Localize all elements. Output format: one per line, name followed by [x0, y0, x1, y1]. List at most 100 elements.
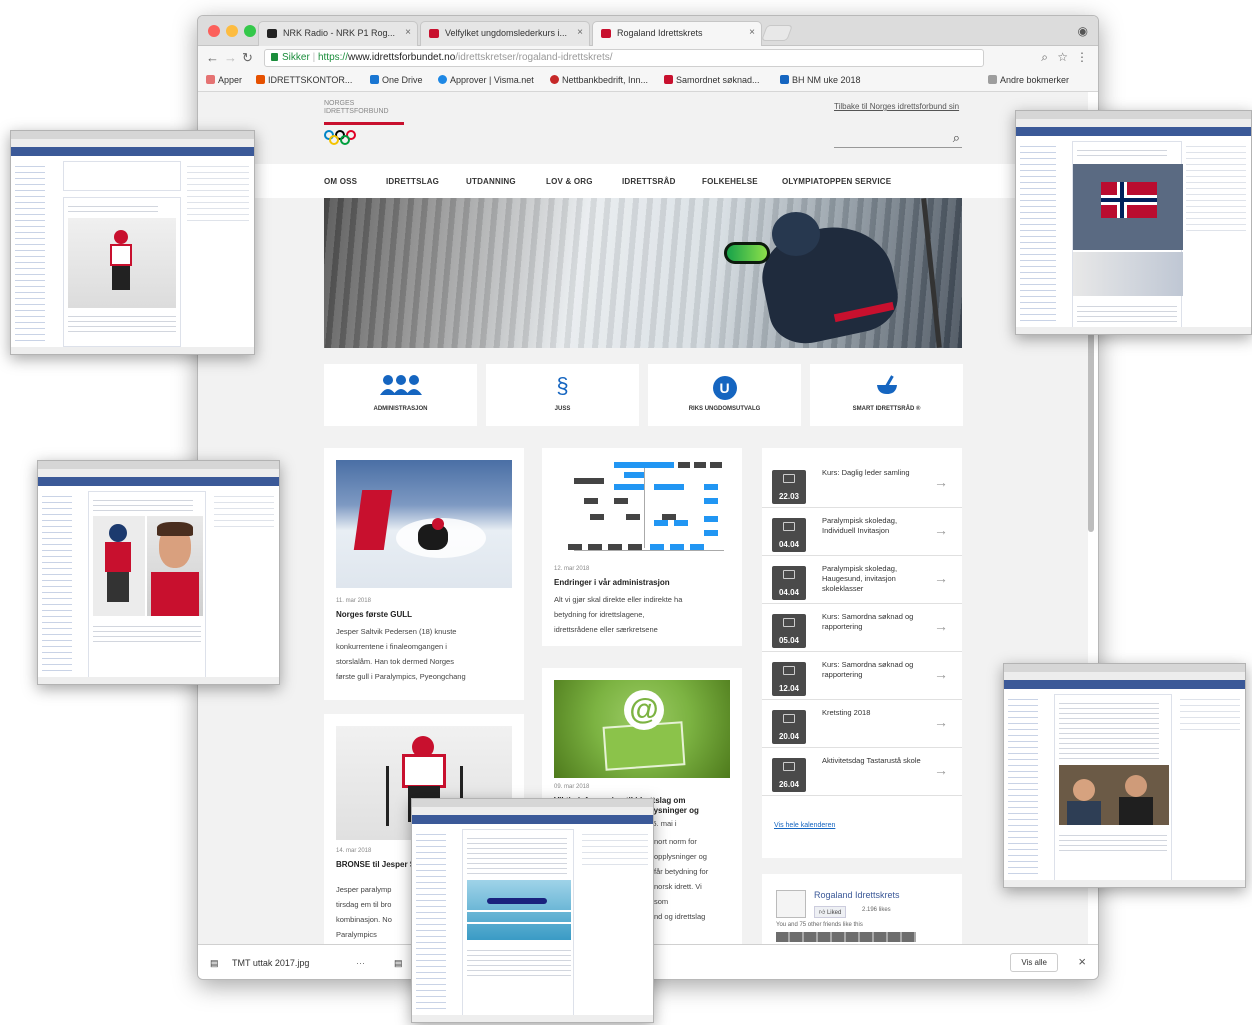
calendar-icon	[783, 522, 795, 531]
nav-utdanning[interactable]: UTDANNING	[466, 177, 516, 186]
other-bookmarks[interactable]: Andre bokmerker	[988, 75, 1069, 85]
paragraph-icon: §	[556, 373, 569, 398]
download-options-icon[interactable]: ⋯	[356, 958, 365, 969]
nrk-favicon-icon	[267, 29, 277, 38]
hero-image	[324, 198, 962, 348]
nav-om-oss[interactable]: OM OSS	[324, 177, 357, 186]
news-image-skier	[336, 460, 512, 588]
bank-icon	[550, 75, 559, 84]
at-sign-icon: @	[624, 690, 664, 730]
people-icon	[324, 374, 477, 401]
close-tab-icon[interactable]: ×	[405, 27, 411, 38]
reload-icon[interactable]: ↻	[242, 50, 253, 66]
close-downloads-icon[interactable]: ×	[1078, 954, 1086, 969]
site-search-input[interactable]: ⌕	[834, 130, 962, 148]
new-tab-button[interactable]	[761, 25, 793, 41]
calendar-date-badge: 05.04	[772, 614, 806, 648]
arrow-right-icon: →	[934, 714, 948, 730]
close-window-button[interactable]	[208, 25, 220, 37]
arrow-right-icon: →	[934, 474, 948, 490]
quick-link-riks-ungdomsutvalg[interactable]: U RIKS UNGDOMSUTVALG	[648, 364, 801, 426]
tab-rogaland-idrettskrets[interactable]: Rogaland Idrettskrets ×	[592, 21, 762, 46]
calendar-panel: 22.03 Kurs: Daglig leder samling → 04.04…	[762, 448, 962, 858]
bookmark-apps[interactable]: Apper	[206, 75, 242, 85]
browser-toolbar: ← → ↻ Sikker | https://www.idrettsforbun…	[198, 46, 1098, 70]
calendar-date-badge: 12.04	[772, 662, 806, 696]
quick-link-smart-idrettsrad[interactable]: SMART IDRETTSRÅD ®	[810, 364, 963, 426]
close-tab-icon[interactable]: ×	[577, 27, 583, 38]
calendar-date-badge: 04.04	[772, 518, 806, 552]
news-image-email: @	[554, 680, 730, 778]
calendar-item[interactable]: 12.04 Kurs: Samordna søknad og rapporter…	[762, 652, 962, 700]
back-to-nif-link[interactable]: Tilbake til Norges idrettsforbund sin	[834, 102, 959, 111]
nav-idrettslag[interactable]: IDRETTSLAG	[386, 177, 439, 186]
file-icon: ▤	[210, 958, 219, 968]
facebook-screenshot-portrait	[37, 460, 280, 685]
calendar-icon	[783, 714, 795, 723]
calendar-date-badge: 20.04	[772, 710, 806, 744]
bookmark-visma[interactable]: Approver | Visma.net	[438, 75, 534, 85]
quick-link-juss[interactable]: § JUSS	[486, 364, 639, 426]
tab-nrk-radio[interactable]: NRK Radio - NRK P1 Rog... ×	[258, 21, 418, 46]
show-full-calendar-link[interactable]: Vis hele kalenderen	[774, 822, 835, 829]
nif-favicon-icon	[601, 29, 611, 38]
show-all-downloads-button[interactable]: Vis alle	[1010, 953, 1058, 972]
bookmark-star-icon[interactable]: ☆	[1057, 50, 1068, 64]
facebook-widget: Rogaland Idrettskrets 👍︎ Liked 2.196 lik…	[762, 874, 962, 944]
profile-icon[interactable]: ◉	[1078, 24, 1088, 38]
calendar-item[interactable]: 22.03 Kurs: Daglig leder samling →	[762, 460, 962, 508]
quick-link-administrasjon[interactable]: ADMINISTRASJON	[324, 364, 477, 426]
facebook-screenshot-interview	[1003, 663, 1246, 888]
address-bar[interactable]: Sikker | https://www.idrettsforbundet.no…	[264, 49, 984, 67]
back-icon[interactable]: ←	[206, 50, 219, 65]
menu-kebab-icon[interactable]: ⋮	[1076, 50, 1088, 64]
facebook-screenshot-paralympics	[10, 130, 255, 355]
download-item[interactable]: TMT uttak 2017.jpg	[232, 958, 309, 968]
tab-ungdomslederkurs[interactable]: Velfylket ungdomslederkurs i... ×	[420, 21, 590, 46]
calendar-item[interactable]: 05.04 Kurs: Samordna søknad og rapporter…	[762, 604, 962, 652]
news-card-gull[interactable]: 11. mar 2018 Norges første GULL Jesper S…	[324, 448, 524, 700]
facebook-liked-button[interactable]: 👍︎ Liked	[814, 906, 847, 918]
bookmark-nettbank[interactable]: Nettbankbedrift, Inn...	[550, 75, 648, 85]
nav-idrettsrad[interactable]: IDRETTSRÅD	[622, 177, 676, 186]
calendar-icon	[783, 762, 795, 771]
bh-icon	[780, 75, 789, 84]
news-card-administrasjon[interactable]: 12. mar 2018 Endringer i vår administras…	[542, 448, 742, 646]
forward-icon[interactable]: →	[224, 50, 237, 65]
calendar-item[interactable]: 04.04 Paralympisk skoledag, Haugesund, i…	[762, 556, 962, 604]
facebook-page-name[interactable]: Rogaland Idrettskrets	[814, 890, 900, 900]
calendar-item[interactable]: 04.04 Paralympisk skoledag, Individuell …	[762, 508, 962, 556]
nav-folkehelse[interactable]: FOLKEHELSE	[702, 177, 758, 186]
nav-olympiatoppen[interactable]: OLYMPIATOPPEN SERVICE	[782, 177, 891, 186]
title-bar: NRK Radio - NRK P1 Rog... × Velfylket un…	[198, 16, 1098, 46]
u-circle-icon: U	[648, 374, 801, 400]
thumbs-up-icon: 👍︎	[819, 910, 826, 916]
apps-grid-icon	[206, 75, 215, 84]
calendar-item[interactable]: 26.04 Aktivitetsdag Tastarustå skole →	[762, 748, 962, 796]
office-icon	[256, 75, 265, 84]
zoom-search-icon[interactable]: ⌕	[1041, 50, 1048, 65]
calendar-date-badge: 22.03	[772, 470, 806, 504]
bookmark-idrettskontor[interactable]: IDRETTSKONTOR...	[256, 75, 352, 85]
nif-logo-text[interactable]: NORGES IDRETTSFORBUND	[324, 100, 414, 116]
bookmark-onedrive[interactable]: One Drive	[370, 75, 423, 85]
search-icon[interactable]: ⌕	[953, 130, 960, 146]
bookmark-samordnet[interactable]: Samordnet søknad...	[664, 75, 760, 85]
calendar-icon	[783, 474, 795, 483]
facebook-page-avatar[interactable]	[776, 890, 806, 918]
main-nav: OM OSS IDRETTSLAG UTDANNING LOV & ORG ID…	[198, 164, 1088, 198]
arrow-right-icon: →	[934, 522, 948, 538]
friends-avatars	[776, 932, 916, 942]
bookmark-bh-nm[interactable]: BH NM uke 2018	[780, 75, 861, 85]
nif-logo-bar	[324, 122, 404, 125]
news-title[interactable]: Endringer i vår administrasjon	[554, 578, 670, 587]
nav-lov-org[interactable]: LOV & ORG	[546, 177, 593, 186]
calendar-item[interactable]: 20.04 Kretsting 2018 →	[762, 700, 962, 748]
close-tab-icon[interactable]: ×	[749, 27, 755, 38]
zoom-window-button[interactable]	[244, 25, 256, 37]
arrow-right-icon: →	[934, 666, 948, 682]
file-icon: ▤	[394, 958, 403, 968]
minimize-window-button[interactable]	[226, 25, 238, 37]
news-title[interactable]: Norges første GULL	[336, 610, 412, 619]
bowl-icon	[810, 374, 963, 401]
